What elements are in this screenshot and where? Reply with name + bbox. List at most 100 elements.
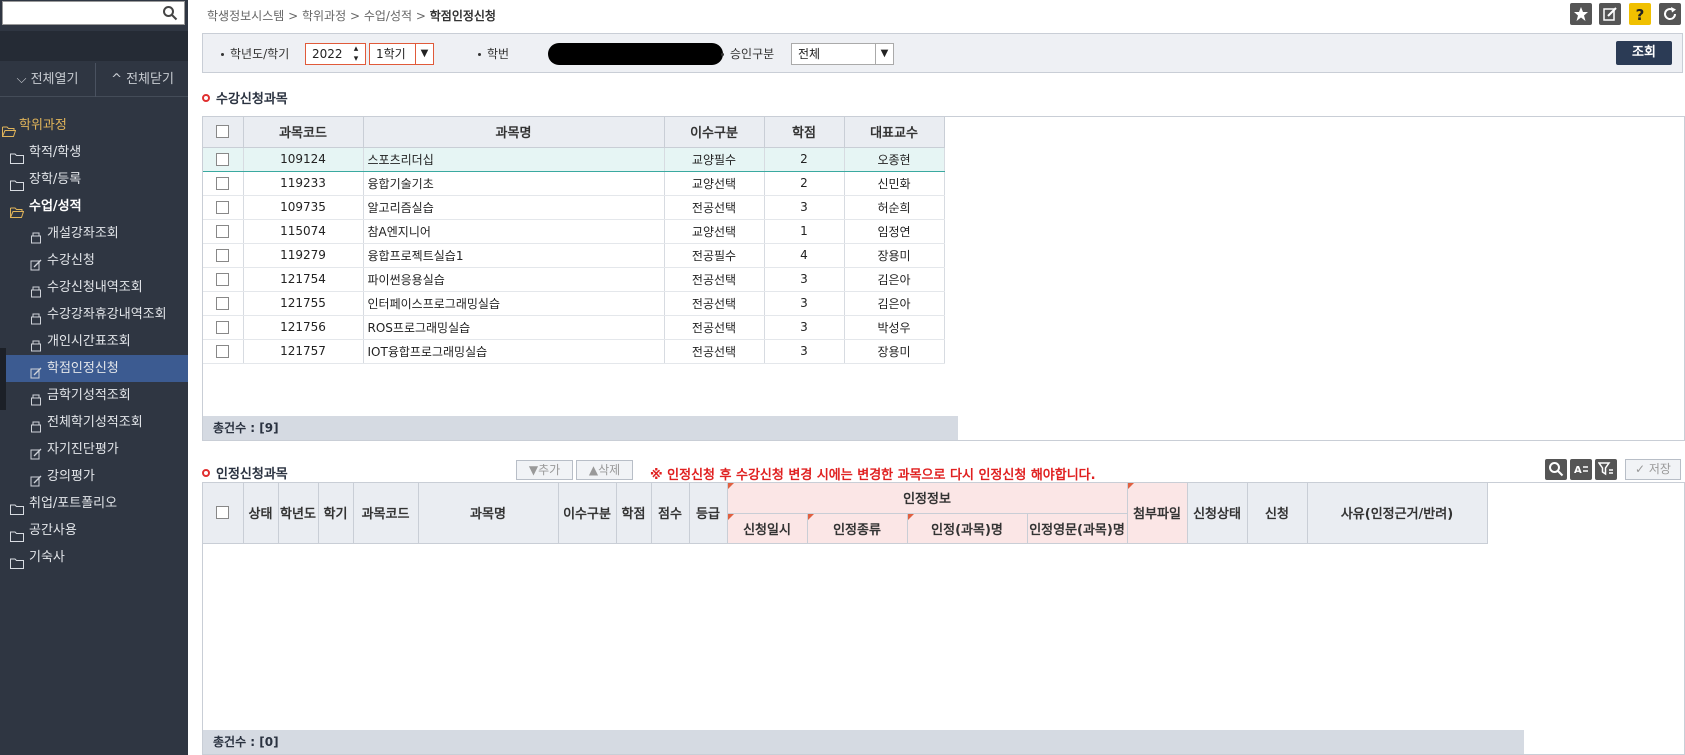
column-header[interactable]: 신청상태: [1187, 483, 1248, 544]
course-name: 알고리즘실습: [363, 195, 665, 220]
student-id-label: 학번: [478, 45, 509, 62]
row-checkbox[interactable]: [216, 345, 230, 358]
column-header[interactable]: 학년도: [278, 483, 319, 544]
search-icon[interactable]: [162, 5, 178, 21]
column-header[interactable]: 신청: [1247, 483, 1308, 544]
bullet-icon: [202, 94, 210, 102]
column-header[interactable]: 인정(과목)명: [907, 513, 1028, 544]
add-button[interactable]: ▼추가: [516, 460, 573, 480]
sidebar-item[interactable]: 수강강좌휴강내역조회: [0, 301, 188, 328]
sidebar-item[interactable]: 강의평가: [0, 463, 188, 490]
sidebar-item[interactable]: 개설강좌조회: [0, 220, 188, 247]
search-icon[interactable]: [1545, 459, 1567, 480]
stepper-icon[interactable]: ▴ ▾: [347, 44, 365, 64]
term-select[interactable]: 1학기 ▼: [369, 43, 434, 65]
select-all-checkbox[interactable]: [216, 125, 230, 139]
column-header[interactable]: 신청일시: [727, 513, 808, 544]
course-professor: 장용미: [844, 339, 945, 364]
row-checkbox[interactable]: [216, 153, 230, 166]
column-header[interactable]: 상태: [243, 483, 279, 544]
folder-icon: [10, 498, 24, 515]
refresh-icon[interactable]: [1659, 3, 1681, 25]
column-header[interactable]: 인정영문(과목)명: [1027, 513, 1128, 544]
filter-icon[interactable]: [1595, 459, 1617, 480]
sidebar-item-label: 자기진단평가: [47, 442, 119, 457]
column-header[interactable]: 과목명: [363, 117, 665, 148]
sidebar-item[interactable]: 학위과정: [0, 112, 188, 139]
column-header[interactable]: 학기: [318, 483, 354, 544]
row-checkbox[interactable]: [216, 225, 230, 238]
column-header[interactable]: 이수구분: [664, 117, 765, 148]
column-header[interactable]: 학점: [616, 483, 652, 544]
breadcrumb-item[interactable]: 학생정보시스템: [207, 9, 284, 23]
table-row[interactable]: 119233 융합기술기초 교양선택 2 신민화: [203, 171, 945, 196]
sidebar-item[interactable]: 취업/포트폴리오: [0, 490, 188, 517]
approval-select[interactable]: 전체 ▼: [791, 43, 894, 65]
course-type: 전공선택: [664, 291, 765, 316]
table-row[interactable]: 121757 IOT융합프로그래밍실습 전공선택 3 장용미: [203, 339, 945, 364]
select-all-checkbox[interactable]: [216, 506, 230, 520]
table-row[interactable]: 109124 스포츠리더십 교양필수 2 오종현: [203, 146, 945, 172]
course-professor: 박성우: [844, 315, 945, 340]
row-checkbox[interactable]: [216, 273, 230, 286]
sidebar-item[interactable]: 금학기성적조회: [0, 382, 188, 409]
column-header[interactable]: 학점: [764, 117, 845, 148]
column-header[interactable]: 첨부파일: [1127, 483, 1188, 544]
sidebar-item[interactable]: 수업/성적: [0, 193, 188, 220]
table-row[interactable]: 121755 인터페이스프로그래밍실습 전공선택 3 김은아: [203, 291, 945, 316]
column-header[interactable]: 점수: [651, 483, 690, 544]
delete-button[interactable]: ▲삭제: [576, 460, 633, 480]
table-row[interactable]: 119279 융합프로젝트실습1 전공필수 4 장용미: [203, 243, 945, 268]
table-row[interactable]: 115074 참A엔지니어 교양선택 1 임정연: [203, 219, 945, 244]
column-header[interactable]: 등급: [689, 483, 728, 544]
edit-icon: [30, 362, 42, 379]
sidebar-item[interactable]: 학점인정신청: [6, 355, 188, 382]
sidebar-item[interactable]: 기숙사: [0, 544, 188, 571]
sidebar-item[interactable]: 공간사용: [0, 517, 188, 544]
collapse-all-button[interactable]: ^ 전체닫기: [97, 63, 188, 97]
sidebar-item[interactable]: 장학/등록: [0, 166, 188, 193]
column-header[interactable]: 사유(인정근거/반려): [1307, 483, 1488, 544]
column-header[interactable]: 과목코드: [243, 117, 364, 148]
sidebar-item[interactable]: 수강신청내역조회: [0, 274, 188, 301]
course-type: 전공필수: [664, 243, 765, 268]
sidebar-item[interactable]: 전체학기성적조회: [0, 409, 188, 436]
row-checkbox[interactable]: [216, 201, 230, 214]
recognition-section-title: 인정신청과목: [202, 463, 288, 482]
sidebar-item[interactable]: 수강신청: [0, 247, 188, 274]
star-icon[interactable]: [1569, 3, 1592, 25]
course-type: 전공선택: [664, 195, 765, 220]
help-icon[interactable]: ?: [1629, 3, 1652, 25]
approval-value: 전체: [798, 47, 821, 61]
sort-icon[interactable]: A: [1570, 459, 1592, 480]
column-header[interactable]: 대표교수: [844, 117, 945, 148]
search-button[interactable]: 조회: [1616, 41, 1672, 65]
sidebar-item[interactable]: 자기진단평가: [0, 436, 188, 463]
save-button[interactable]: ✓ 저장: [1625, 459, 1681, 480]
column-header[interactable]: 인정종류: [807, 513, 908, 544]
expand-all-button[interactable]: ⌵ 전체열기: [0, 63, 96, 97]
column-header[interactable]: 이수구분: [558, 483, 617, 544]
table-row[interactable]: 121754 파이썬응용실습 전공선택 3 김은아: [203, 267, 945, 292]
sidebar-collapse-handle[interactable]: [0, 348, 6, 410]
breadcrumb-item[interactable]: 수업/성적: [364, 9, 412, 23]
edit-icon[interactable]: [1599, 3, 1622, 25]
sidebar-search-input[interactable]: [5, 4, 155, 22]
sidebar-item-label: 학점인정신청: [47, 361, 119, 376]
row-checkbox[interactable]: [216, 321, 230, 334]
column-header[interactable]: 과목코드: [353, 483, 419, 544]
row-checkbox[interactable]: [216, 249, 230, 262]
sidebar: ⌵ 전체열기 ^ 전체닫기 학위과정 학적/학생 장학/등록 수업/성적 개설강좌조회 수…: [0, 0, 188, 755]
row-checkbox[interactable]: [216, 177, 230, 190]
sidebar-item[interactable]: 학적/학생: [0, 139, 188, 166]
row-checkbox[interactable]: [216, 297, 230, 310]
breadcrumb-item[interactable]: 학위과정: [302, 9, 346, 23]
print-icon: [30, 227, 42, 244]
year-stepper[interactable]: 2022 ▴ ▾: [305, 43, 366, 65]
table-row[interactable]: 109735 알고리즘실습 전공선택 3 허순희: [203, 195, 945, 220]
sidebar-toggle-bar: ⌵ 전체열기 ^ 전체닫기: [0, 63, 188, 97]
table-row[interactable]: 121756 ROS프로그래밍실습 전공선택 3 박성우: [203, 315, 945, 340]
sidebar-item[interactable]: 개인시간표조회: [0, 328, 188, 355]
course-code: 119233: [243, 171, 364, 196]
column-header[interactable]: 과목명: [418, 483, 559, 544]
